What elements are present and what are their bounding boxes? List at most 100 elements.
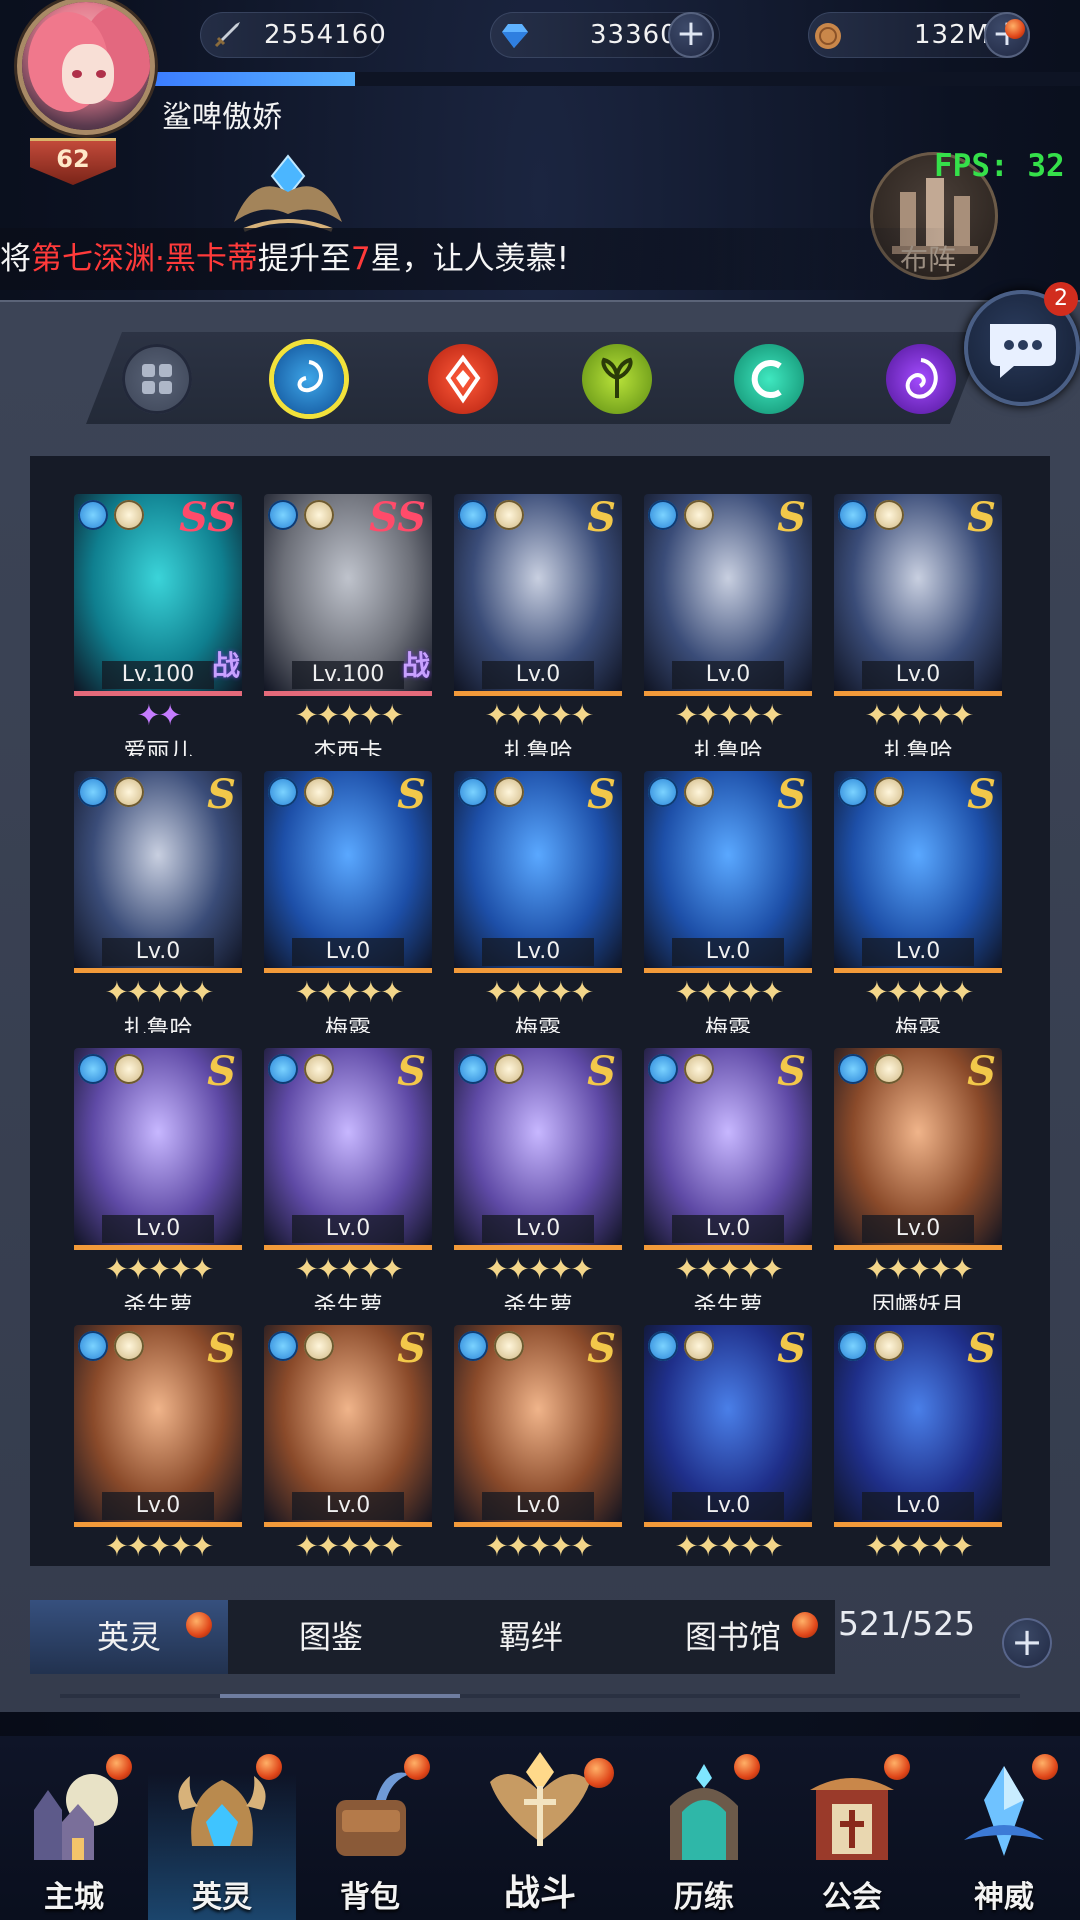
class-icon — [874, 1331, 904, 1361]
class-icon — [304, 1054, 334, 1084]
class-icon — [684, 500, 714, 530]
hero-name: 杀生萝 — [693, 1293, 763, 1310]
element-icon — [458, 1331, 488, 1361]
hero-rank: S — [397, 1048, 426, 1095]
hero-level: Lv.0 — [292, 1215, 404, 1243]
hero-rank: S — [967, 1048, 996, 1095]
tab-library-notification-dot — [792, 1612, 818, 1638]
element-icon — [78, 500, 108, 530]
hero-card[interactable]: S Lv.0 ✦✦✦✦✦ — [454, 1325, 622, 1575]
hero-rank-bar — [264, 691, 432, 696]
element-icon — [268, 777, 298, 807]
hero-rank-bar — [644, 1522, 812, 1527]
filter-wind-element-icon[interactable] — [582, 344, 652, 414]
class-icon — [304, 500, 334, 530]
class-icon — [494, 777, 524, 807]
announcement-marquee: 将第七深渊·黑卡蒂提升至7星，让人羡慕! — [0, 228, 960, 290]
xp-bar-fill — [150, 72, 355, 86]
filter-fire-element-icon[interactable] — [428, 344, 498, 414]
hero-name: 扎鲁哈 — [693, 739, 763, 756]
hero-card[interactable]: S Lv.0 ✦✦✦✦✦ — [264, 1325, 432, 1575]
hero-card[interactable]: S Lv.0 ✦✦✦✦✦ — [644, 1325, 812, 1575]
rank-emblem-icon[interactable] — [224, 152, 352, 240]
hero-rank: S — [777, 494, 806, 541]
add-diamonds-button[interactable]: + — [668, 12, 714, 58]
nav-bag-label: 背包 — [340, 1880, 400, 1915]
hero-level: Lv.0 — [862, 661, 974, 689]
nav-divine-notification-dot — [1032, 1754, 1058, 1780]
hero-level: Lv.0 — [672, 661, 784, 689]
hero-card[interactable]: S Lv.0 ✦✦✦✦✦ — [834, 1325, 1002, 1575]
hero-level: Lv.0 — [862, 938, 974, 966]
power-pill: 2554160 — [200, 12, 386, 58]
hero-stars: ✦✦✦✦✦ — [864, 1252, 975, 1286]
hero-card[interactable]: S Lv.0 ✦✦✦✦✦ 扎鲁哈 — [74, 771, 242, 1033]
hero-name: 扎鲁哈 — [503, 739, 573, 756]
class-icon — [304, 1331, 334, 1361]
hero-rank: S — [777, 1325, 806, 1372]
element-icon — [838, 1331, 868, 1361]
nav-guild-notification-dot — [884, 1754, 910, 1780]
hero-card[interactable]: S Lv.0 ✦✦✦✦✦ 因幡妖月 — [834, 1048, 1002, 1310]
class-icon — [874, 1054, 904, 1084]
tab-codex-label: 图鉴 — [298, 1618, 363, 1656]
nav-main-city-label: 主城 — [44, 1880, 104, 1915]
hero-name: 扎鲁哈 — [123, 1016, 193, 1033]
nav-heroes-label: 英灵 — [192, 1880, 252, 1915]
hero-stars: ✦✦✦✦✦ — [294, 1529, 405, 1563]
hero-card[interactable]: S Lv.0 ✦✦✦✦✦ 扎鲁哈 — [644, 494, 812, 756]
class-icon — [684, 777, 714, 807]
hero-rank: S — [587, 1325, 616, 1372]
class-icon — [494, 1331, 524, 1361]
hero-card[interactable]: S Lv.0 ✦✦✦✦✦ 梅露 — [454, 771, 622, 1033]
hero-rank: SS — [179, 494, 236, 541]
power-value: 2554160 — [264, 20, 387, 50]
hero-rank: S — [397, 771, 426, 818]
hero-card[interactable]: S Lv.0 ✦✦✦✦✦ 杀生萝 — [74, 1048, 242, 1310]
hero-card[interactable]: S Lv.0 ✦✦✦✦✦ 梅露 — [264, 771, 432, 1033]
hero-rank-bar — [454, 1522, 622, 1527]
hero-rank: S — [587, 771, 616, 818]
hero-card[interactable]: S Lv.0 ✦✦✦✦✦ 扎鲁哈 — [834, 494, 1002, 756]
hero-card[interactable]: SS Lv.100 战 ✦✦✦✦✦ 杰西卡 — [264, 494, 432, 756]
hero-level: Lv.0 — [482, 1215, 594, 1243]
hero-card[interactable]: S Lv.0 ✦✦✦✦✦ 梅露 — [834, 771, 1002, 1033]
hero-name: 杀生萝 — [503, 1293, 573, 1310]
hero-stars: ✦✦✦✦✦ — [864, 1529, 975, 1563]
hero-stars: ✦✦✦✦✦ — [674, 975, 785, 1009]
class-icon — [114, 500, 144, 530]
element-icon — [838, 500, 868, 530]
filter-all-icon[interactable] — [122, 344, 192, 414]
hero-name — [834, 1563, 1002, 1575]
coins-notification-dot — [1005, 19, 1025, 39]
hero-rank-bar — [454, 968, 622, 973]
expand-hero-slots-button[interactable]: + — [1002, 1618, 1052, 1668]
nav-battle-label: 战斗 — [503, 1873, 576, 1914]
page-indicator — [60, 1694, 1020, 1698]
filter-water-element-icon[interactable] — [274, 344, 344, 414]
hero-card[interactable]: SS Lv.100 战 ✦✦ 爱丽儿 — [74, 494, 242, 756]
hero-name — [264, 1563, 432, 1575]
hero-card[interactable]: S Lv.0 ✦✦✦✦✦ 杀生萝 — [454, 1048, 622, 1310]
hero-card[interactable]: S Lv.0 ✦✦✦✦✦ — [74, 1325, 242, 1575]
nav-trials-label: 历练 — [674, 1880, 734, 1915]
filter-dark-element-icon[interactable] — [886, 344, 956, 414]
filter-light-element-icon[interactable] — [734, 344, 804, 414]
player-avatar[interactable] — [22, 2, 150, 130]
backpack-icon — [336, 1772, 410, 1856]
nav-divine-label: 神威 — [974, 1880, 1034, 1915]
hero-card[interactable]: S Lv.0 ✦✦✦✦✦ 杀生萝 — [264, 1048, 432, 1310]
tab-bonds[interactable]: 羁绊 — [432, 1600, 630, 1674]
hero-level: Lv.0 — [482, 661, 594, 689]
nav-battle-notification-dot — [584, 1758, 614, 1788]
hero-card[interactable]: S Lv.0 ✦✦✦✦✦ 杀生萝 — [644, 1048, 812, 1310]
tab-codex[interactable]: 图鉴 — [232, 1600, 430, 1674]
hero-rank-bar — [834, 1522, 1002, 1527]
in-battle-tag: 战 — [211, 649, 240, 682]
hero-card[interactable]: S Lv.0 ✦✦✦✦✦ 扎鲁哈 — [454, 494, 622, 756]
hero-card[interactable]: S Lv.0 ✦✦✦✦✦ 梅露 — [644, 771, 812, 1033]
hero-level: Lv.0 — [482, 938, 594, 966]
hero-stars: ✦✦✦✦✦ — [484, 975, 595, 1009]
hero-name: 因幡妖月 — [872, 1293, 964, 1310]
marquee-text: 提升至 — [257, 241, 351, 277]
